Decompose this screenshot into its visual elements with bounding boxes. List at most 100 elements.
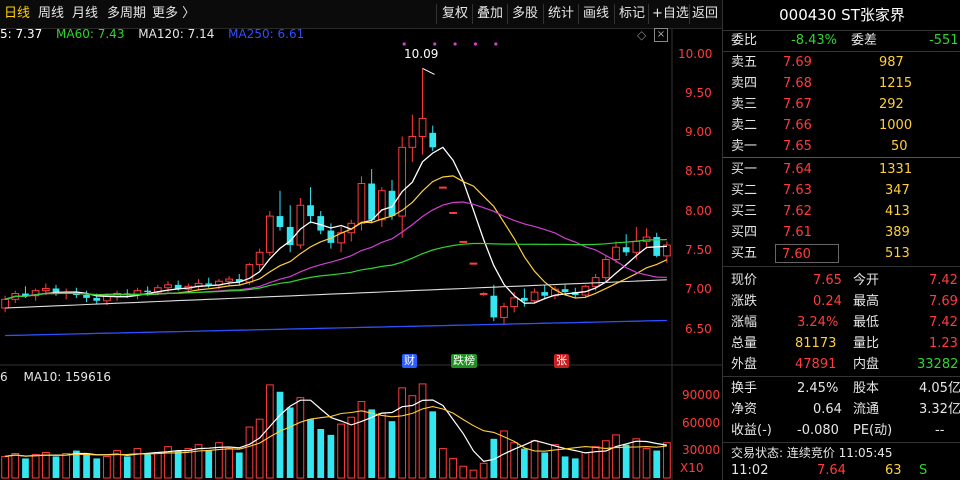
bid-row[interactable]: 买一 7.64 1331 [723, 159, 960, 180]
ask-row[interactable]: 卖五 7.69 987 [723, 52, 960, 73]
volume-bar [347, 416, 356, 479]
ma250-label: MA250: 6.61 [228, 27, 305, 41]
fundamental-row: 换手 2.45% 股本 4.05亿 [731, 381, 960, 396]
volume-bar [31, 453, 40, 479]
bid-row[interactable]: 买三 7.62 413 [723, 201, 960, 222]
diamond-icon[interactable]: ◇ [637, 28, 646, 42]
candle-body [530, 291, 539, 302]
volume-bar [93, 458, 101, 478]
close-icon[interactable]: × [654, 28, 668, 42]
fq-button[interactable]: 复权 [442, 0, 468, 28]
tab-multi-period[interactable]: 多周期 [107, 0, 146, 28]
candle-body [377, 190, 386, 221]
bid-row[interactable]: 买四 7.61 389 [723, 222, 960, 243]
ma10-volume-label: MA10: 159616 [23, 370, 111, 384]
candle-body [398, 146, 407, 217]
ma5-line [4, 146, 667, 304]
candle-body [632, 240, 641, 253]
candle-body [144, 290, 151, 293]
candle-body [41, 287, 50, 292]
ma120-label: MA120: 7.14 [138, 27, 215, 41]
ask-row[interactable]: 卖一 7.65 50 [723, 136, 960, 157]
volume-bar [225, 448, 233, 479]
candle-body [255, 251, 264, 266]
candle-body [408, 135, 417, 148]
candle-body [93, 297, 101, 301]
candle-body [601, 259, 610, 279]
candle-body [622, 247, 630, 253]
volume-bar [83, 454, 90, 478]
volume-bar [1, 455, 9, 479]
stats-button[interactable]: 统计 [548, 0, 574, 28]
volume-bar [144, 454, 151, 478]
event-marker-ranking[interactable]: 跌榜 [451, 354, 477, 368]
volume-bar [153, 452, 162, 479]
volume-bar [642, 448, 651, 479]
tab-monthly[interactable]: 月线 [72, 0, 98, 28]
candle-body [429, 132, 437, 148]
kline-chart[interactable] [0, 0, 722, 480]
tab-daily[interactable]: 日线 [4, 0, 30, 28]
volume-bar [469, 469, 478, 479]
volume-bar [571, 458, 579, 478]
volume-bar [255, 418, 264, 479]
event-marker-news[interactable]: 张 [554, 354, 569, 368]
candle-body [357, 183, 366, 224]
candle-body [225, 278, 233, 282]
volume-bar [561, 456, 569, 478]
tab-weekly[interactable]: 周线 [38, 0, 64, 28]
ask-row[interactable]: 卖三 7.67 292 [723, 94, 960, 115]
volume-bar [357, 401, 366, 479]
event-marker-finance[interactable]: 财 [402, 354, 417, 368]
volume-bar [41, 452, 50, 479]
bid-row[interactable]: 买二 7.63 347 [723, 180, 960, 201]
price-tick: 7.50 [685, 243, 712, 257]
volume-bar [377, 412, 386, 479]
quote-row: 现价 7.65 今开 7.42 [731, 273, 958, 288]
overlay-button[interactable]: 叠加 [477, 0, 503, 28]
volume-bar [286, 407, 294, 478]
volume-bar [368, 409, 375, 478]
event-dot [473, 42, 478, 46]
candle-body [469, 262, 478, 265]
candle-body [276, 216, 284, 227]
candle-body [541, 292, 549, 296]
volume-bar [408, 395, 417, 479]
draw-line-button[interactable]: 画线 [583, 0, 609, 28]
volume-unit: X10 [680, 461, 704, 475]
fundamental-row: 净资 0.64 流通 3.32亿 [731, 402, 960, 417]
event-dot [402, 42, 406, 46]
candle-body [510, 297, 519, 308]
volume-bar [337, 423, 345, 479]
volume-bar [530, 440, 539, 479]
volume-bar [62, 453, 71, 479]
add-watchlist-button[interactable]: +自选 [652, 0, 689, 28]
candle-body [439, 186, 447, 189]
ask-row[interactable]: 卖二 7.66 1000 [723, 115, 960, 136]
volume-legend: 6 MA10: 159616 [0, 370, 111, 384]
volume-bar [398, 387, 407, 479]
volume-bar [663, 442, 671, 479]
ask-row[interactable]: 卖四 7.68 1215 [723, 73, 960, 94]
ma5-label: 5: 7.37 [0, 27, 43, 41]
commission-row: 委比 -8.43% 委差 -551 [723, 30, 960, 51]
back-button[interactable]: 返回 [692, 0, 718, 28]
ma250-line [5, 319, 667, 337]
tab-more[interactable]: 更多 〉 [152, 0, 195, 28]
volume-label: 6 [0, 370, 8, 384]
candle-body [479, 293, 488, 296]
tick-row: 11:02 7.64 63 S [731, 463, 928, 478]
candle-body [521, 297, 528, 301]
volume-bar [601, 440, 610, 479]
volume-bar [459, 465, 468, 479]
price-axis: 10.00 9.50 9.00 8.50 8.00 7.50 7.00 6.50 [678, 46, 722, 346]
candle-body [459, 240, 468, 243]
multi-stock-button[interactable]: 多股 [512, 0, 538, 28]
candle-body [205, 283, 213, 285]
mark-button[interactable]: 标记 [619, 0, 645, 28]
volume-bar [327, 434, 335, 478]
volume-bar [133, 448, 142, 479]
quote-panel: 000430 ST张家界 委比 -8.43% 委差 -551 卖五 7.69 9… [722, 0, 960, 480]
candle-body [449, 211, 457, 214]
bid-row[interactable]: 买五 7.60 513 [723, 243, 960, 264]
